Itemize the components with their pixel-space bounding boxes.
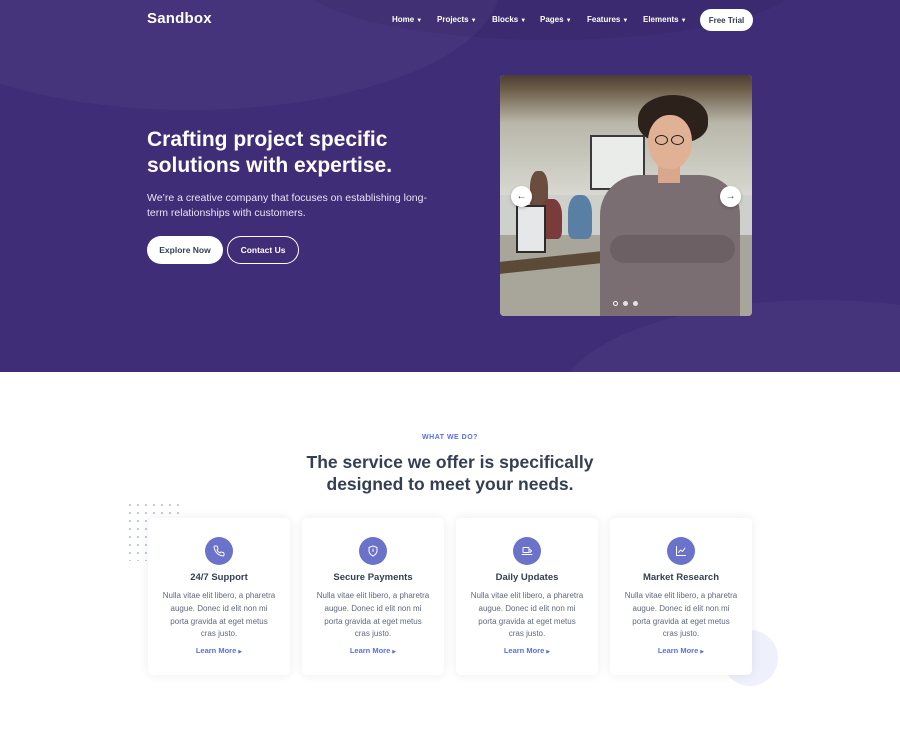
chevron-down-icon: ▼ (622, 18, 629, 24)
hero-section: Sandbox Home ▼ Projects ▼ Blocks ▼ Pages ▼ F… (0, 0, 900, 372)
explore-now-button[interactable]: Explore Now (147, 236, 223, 264)
chevron-down-icon: ▼ (680, 18, 687, 24)
contact-us-button[interactable]: Contact Us (227, 236, 299, 264)
learn-more-link[interactable]: Learn More ▶ (148, 646, 290, 655)
chevron-down-icon: ▼ (565, 18, 572, 24)
hero-subtitle: We’re a creative company that focuses on… (147, 192, 427, 219)
caret-right-icon: ▶ (392, 649, 397, 655)
caret-right-icon: ▶ (546, 649, 551, 655)
carousel-dot[interactable] (633, 301, 638, 306)
learn-more-link[interactable]: Learn More ▶ (302, 646, 444, 655)
chevron-down-icon: ▼ (470, 18, 477, 24)
carousel-prev-button[interactable]: ← (511, 186, 532, 207)
shield-icon (359, 537, 387, 565)
chevron-down-icon: ▼ (416, 18, 423, 24)
chevron-down-icon: ▼ (520, 18, 527, 24)
nav-home[interactable]: Home ▼ (392, 15, 422, 24)
learn-more-link[interactable]: Learn More ▶ (610, 646, 752, 655)
card-text: Nulla vitae elit libero, a pharetra augu… (470, 591, 584, 639)
carousel-dots (613, 301, 638, 306)
service-card: Market Research Nulla vitae elit libero,… (610, 518, 752, 675)
learn-more-link[interactable]: Learn More ▶ (456, 646, 598, 655)
caret-right-icon: ▶ (700, 649, 705, 655)
card-title: Secure Payments (333, 572, 413, 583)
section-kicker: WHAT WE DO? (422, 434, 478, 441)
service-card: Daily Updates Nulla vitae elit libero, a… (456, 518, 598, 675)
card-text: Nulla vitae elit libero, a pharetra augu… (624, 591, 738, 639)
navbar: Sandbox Home ▼ Projects ▼ Blocks ▼ Pages ▼ F… (147, 8, 753, 32)
card-text: Nulla vitae elit libero, a pharetra augu… (162, 591, 276, 639)
hero-title: Crafting project specific solutions with… (147, 128, 393, 177)
phone-icon (205, 537, 233, 565)
nav-blocks[interactable]: Blocks ▼ (492, 15, 526, 24)
carousel-dot[interactable] (613, 301, 618, 306)
card-title: Daily Updates (495, 572, 559, 583)
brand-logo[interactable]: Sandbox (147, 10, 212, 27)
arrow-left-icon: ← (516, 191, 527, 202)
card-text: Nulla vitae elit libero, a pharetra augu… (316, 591, 430, 639)
card-title: 24/7 Support (190, 572, 248, 583)
laptop-icon (513, 537, 541, 565)
arrow-right-icon: → (725, 191, 736, 202)
nav-features[interactable]: Features ▼ (587, 15, 628, 24)
carousel-dot[interactable] (623, 301, 628, 306)
nav-pages[interactable]: Pages ▼ (540, 15, 572, 24)
chart-icon (667, 537, 695, 565)
nav-elements[interactable]: Elements ▼ (643, 15, 687, 24)
card-title: Market Research (642, 572, 720, 583)
section-title: The service we offer is specifically des… (306, 452, 594, 494)
caret-right-icon: ▶ (238, 649, 243, 655)
carousel-next-button[interactable]: → (720, 186, 741, 207)
hero-carousel: ← → (500, 75, 752, 316)
free-trial-button[interactable]: Free Trial (700, 9, 753, 31)
nav-projects[interactable]: Projects ▼ (437, 15, 477, 24)
service-card: 24/7 Support Nulla vitae elit libero, a … (148, 518, 290, 675)
service-card: Secure Payments Nulla vitae elit libero,… (302, 518, 444, 675)
